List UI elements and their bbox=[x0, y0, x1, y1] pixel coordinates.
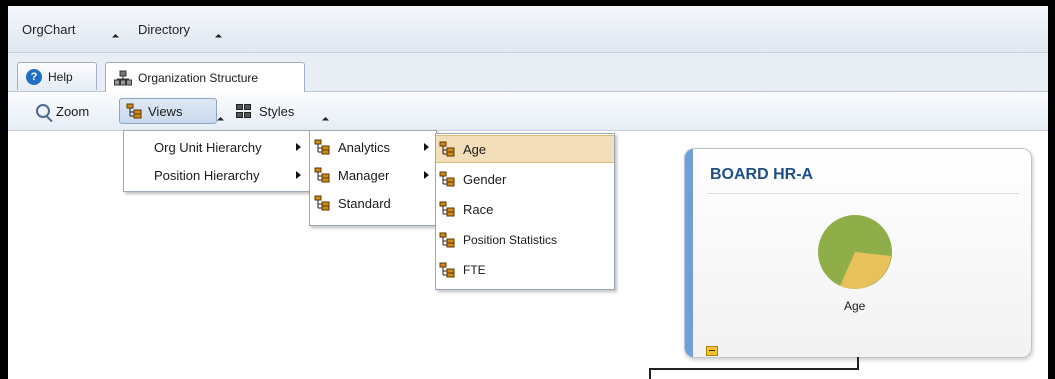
menu-item-fte[interactable]: FTE bbox=[436, 256, 614, 284]
tab-help-label: Help bbox=[48, 69, 73, 84]
hierarchy-submenu: Analytics Manager Standard bbox=[309, 130, 437, 226]
app-window: OrgChart Directory ? Help Organization S… bbox=[8, 6, 1048, 379]
zoom-button[interactable]: Zoom bbox=[30, 98, 95, 124]
menu-item-age[interactable]: Age bbox=[436, 135, 614, 163]
menu-item-standard[interactable]: Standard bbox=[310, 189, 436, 217]
org-structure-icon bbox=[114, 70, 132, 86]
hierarchy-icon bbox=[439, 262, 455, 278]
chevron-down-icon[interactable] bbox=[111, 33, 120, 42]
menu-item-manager[interactable]: Manager bbox=[310, 161, 436, 189]
views-label: Views bbox=[148, 103, 183, 119]
zoom-label: Zoom bbox=[56, 103, 90, 119]
hierarchy-icon bbox=[314, 167, 330, 183]
chevron-down-icon[interactable] bbox=[214, 33, 223, 42]
tab-help[interactable]: ? Help bbox=[17, 62, 97, 90]
menu-item-race[interactable]: Race bbox=[436, 195, 614, 223]
connector-line bbox=[649, 368, 859, 370]
hierarchy-icon bbox=[126, 103, 142, 119]
connector-line bbox=[649, 368, 651, 379]
menu-item-org-unit-hierarchy[interactable]: Org Unit Hierarchy bbox=[124, 133, 310, 161]
magnifier-icon bbox=[36, 104, 50, 118]
toolbar: Zoom Views Styles bbox=[8, 92, 1048, 131]
tab-organization-structure-label: Organization Structure bbox=[138, 70, 259, 85]
analytics-menu: Age Gender Race Position Statistics FTE bbox=[435, 133, 615, 290]
menu-bar: OrgChart Directory bbox=[8, 6, 1048, 53]
chevron-right-icon bbox=[296, 143, 301, 151]
styles-dropdown-icon[interactable] bbox=[321, 116, 330, 125]
chevron-right-icon bbox=[424, 171, 429, 179]
collapse-icon[interactable] bbox=[706, 346, 718, 356]
hierarchy-icon bbox=[439, 232, 455, 248]
divider bbox=[707, 193, 1019, 194]
views-button[interactable]: Views bbox=[119, 98, 217, 124]
card-title: BOARD HR-A bbox=[710, 166, 814, 183]
menu-directory[interactable]: Directory bbox=[138, 22, 190, 37]
menu-orgchart[interactable]: OrgChart bbox=[22, 22, 75, 37]
styles-button[interactable]: Styles bbox=[229, 98, 300, 124]
styles-label: Styles bbox=[259, 103, 295, 119]
menu-item-gender[interactable]: Gender bbox=[436, 165, 614, 193]
hierarchy-icon bbox=[439, 171, 455, 187]
views-dropdown-icon[interactable] bbox=[216, 116, 225, 125]
tab-organization-structure[interactable]: Organization Structure bbox=[105, 62, 305, 92]
menu-item-position-statistics[interactable]: Position Statistics bbox=[436, 226, 614, 254]
hierarchy-icon bbox=[439, 141, 455, 157]
hierarchy-icon bbox=[314, 195, 330, 211]
card-accent-bar bbox=[685, 149, 693, 357]
styles-icon bbox=[235, 103, 253, 119]
chevron-right-icon bbox=[296, 171, 301, 179]
menu-item-analytics[interactable]: Analytics bbox=[310, 133, 436, 161]
hierarchy-icon bbox=[314, 139, 330, 155]
org-unit-card[interactable]: BOARD HR-A Age bbox=[684, 148, 1032, 358]
hierarchy-icon bbox=[439, 201, 455, 217]
views-menu: Org Unit Hierarchy Position Hierarchy bbox=[123, 130, 311, 192]
menu-item-position-hierarchy[interactable]: Position Hierarchy bbox=[124, 161, 310, 189]
pie-label: Age bbox=[844, 299, 866, 313]
age-pie-chart[interactable] bbox=[816, 213, 894, 291]
connector-line bbox=[857, 357, 859, 370]
help-icon: ? bbox=[26, 68, 42, 85]
tab-bar: ? Help Organization Structure bbox=[8, 53, 1048, 92]
chevron-right-icon bbox=[424, 143, 429, 151]
